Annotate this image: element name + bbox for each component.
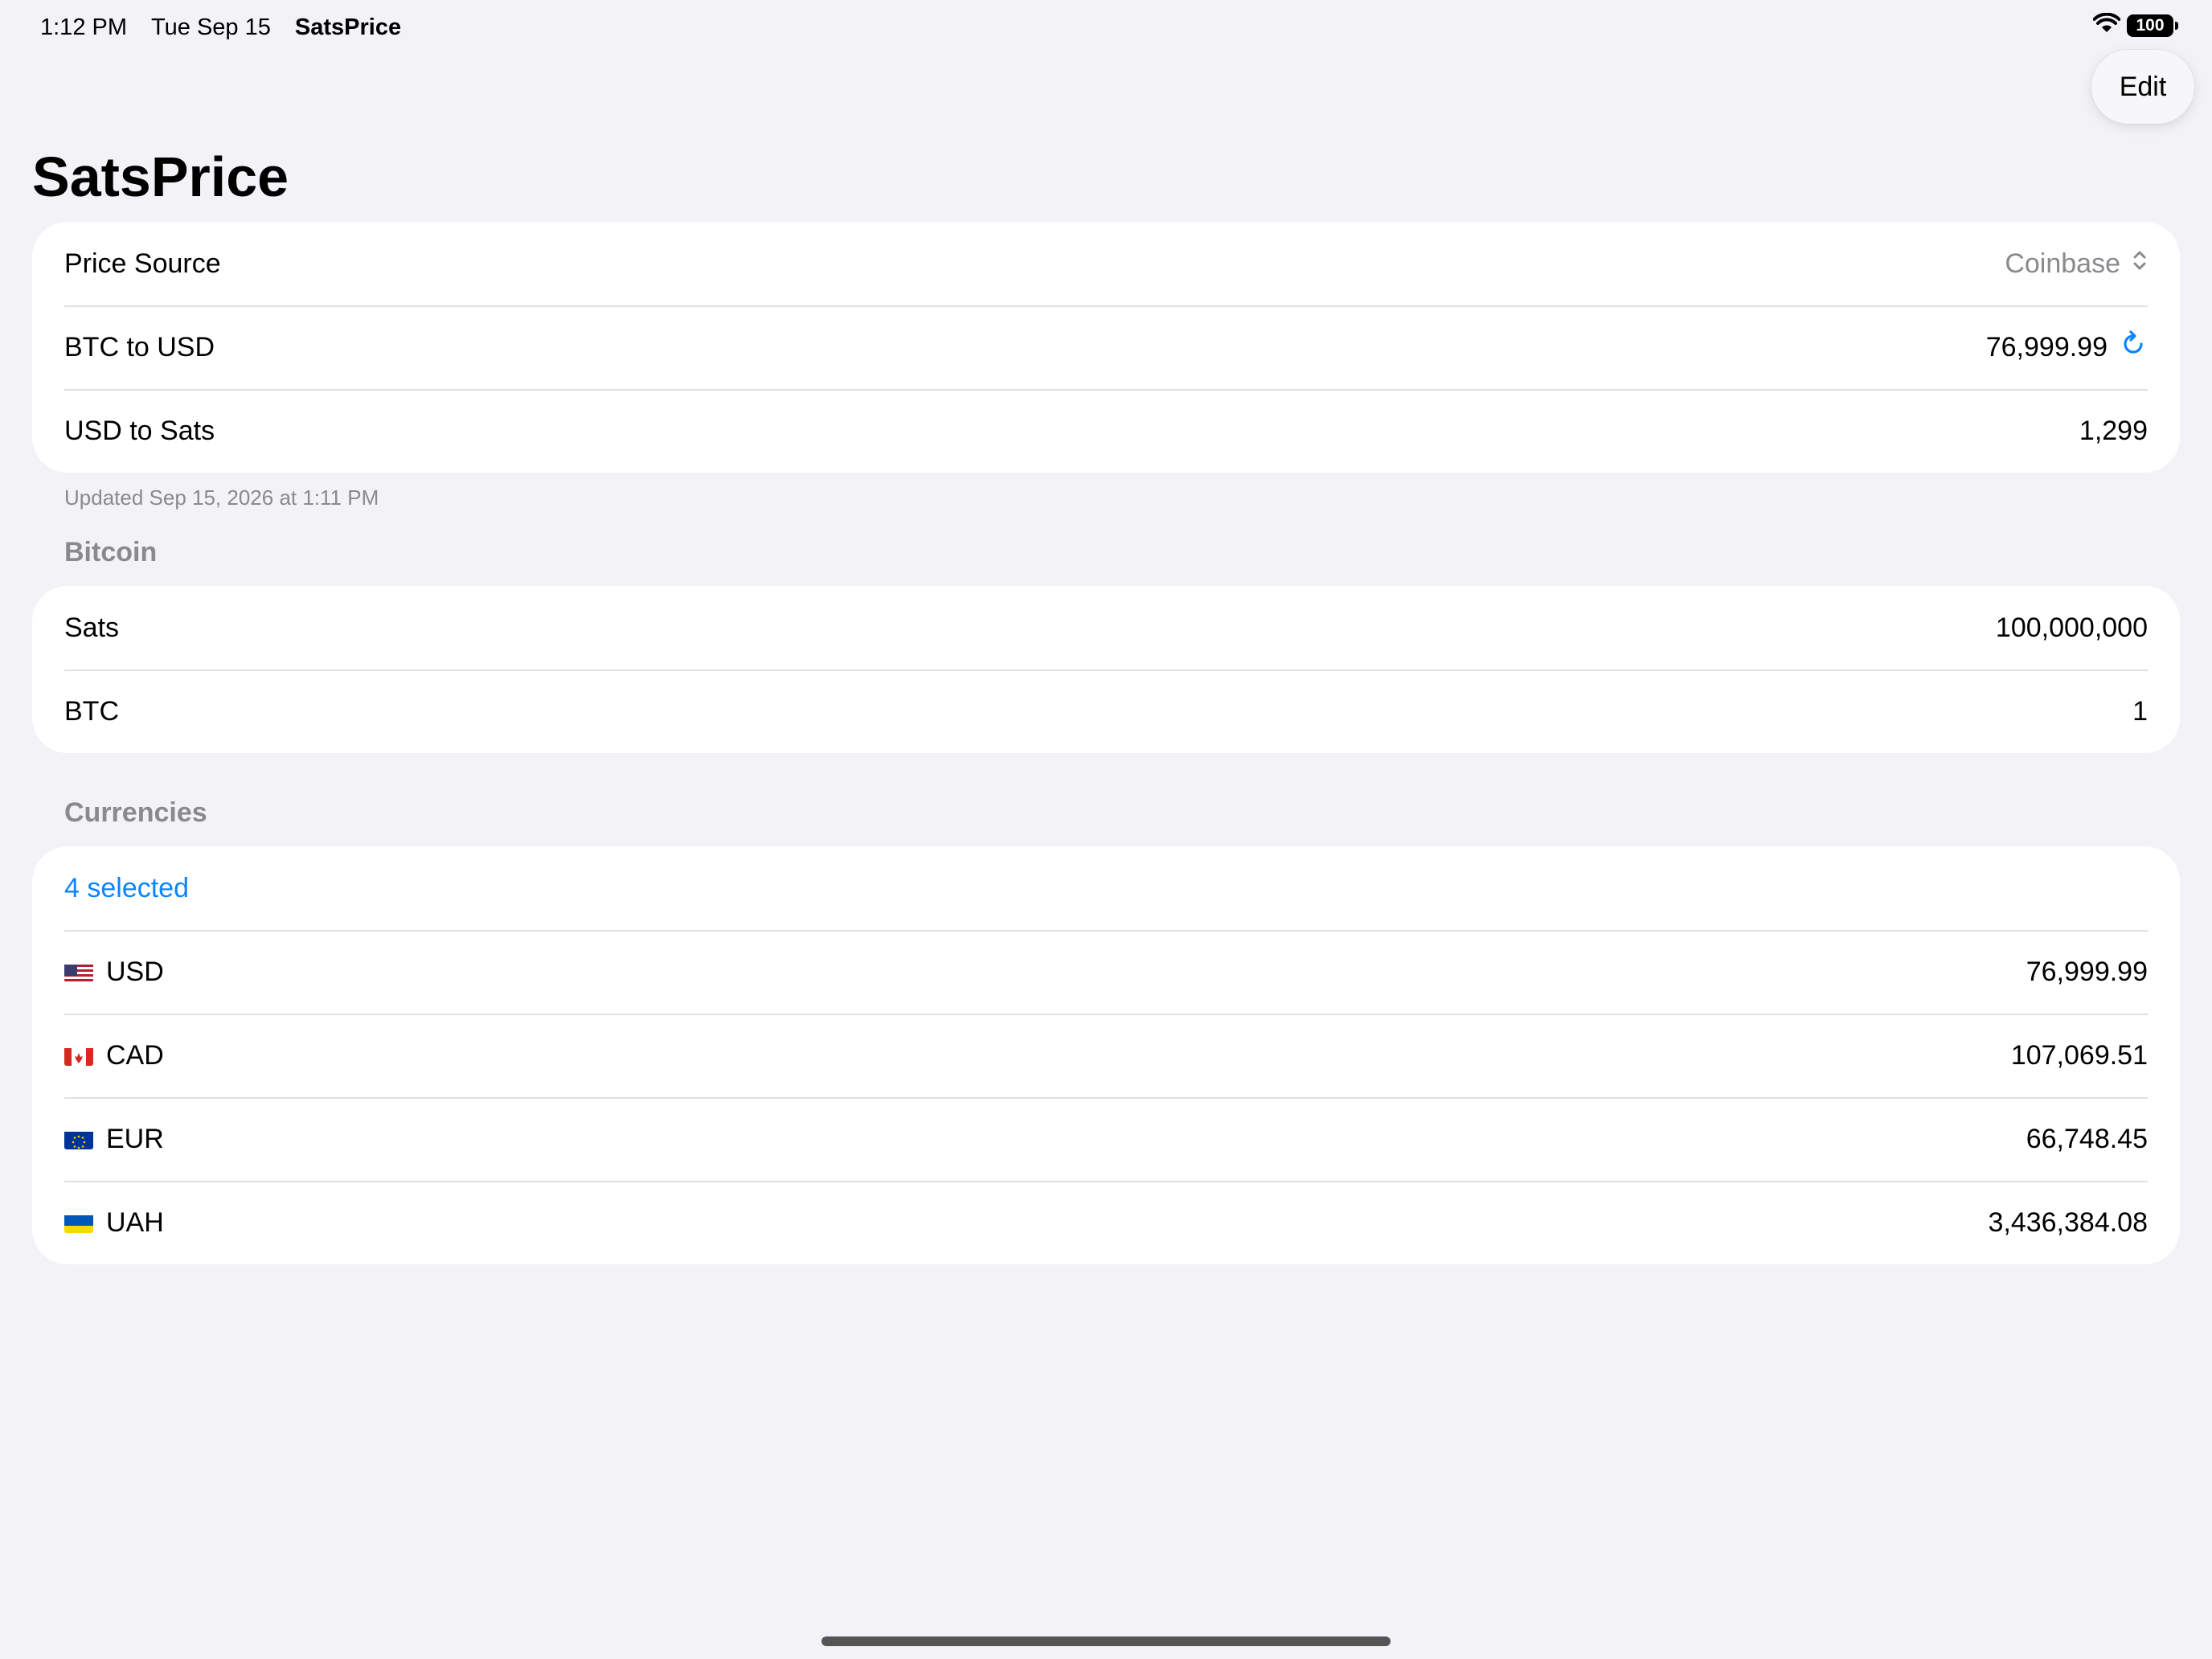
- refresh-icon[interactable]: [2119, 330, 2148, 366]
- usd-sats-value: 1,299: [2079, 415, 2148, 446]
- currency-value[interactable]: 107,069.51: [2011, 1040, 2148, 1071]
- edit-button[interactable]: Edit: [2091, 50, 2194, 124]
- home-indicator[interactable]: [821, 1636, 1391, 1646]
- currencies-selected-row[interactable]: 4 selected: [32, 846, 2180, 930]
- price-source-row[interactable]: Price Source Coinbase: [32, 222, 2180, 305]
- btc-usd-value: 76,999.99: [1985, 331, 2108, 363]
- currencies-selected-link[interactable]: 4 selected: [64, 873, 189, 904]
- sats-label: Sats: [64, 612, 120, 643]
- currencies-section-header: Currencies: [64, 797, 207, 828]
- ca-flag-icon: [64, 1045, 93, 1066]
- currencies-group: 4 selected USD 76,999.99 CAD 107,069.51 …: [32, 846, 2180, 1264]
- price-source-picker[interactable]: Coinbase: [2005, 248, 2148, 280]
- sats-value[interactable]: 100,000,000: [1996, 612, 2148, 644]
- price-source-label: Price Source: [64, 248, 221, 279]
- btc-row[interactable]: BTC 1: [32, 670, 2180, 753]
- usd-sats-row: USD to Sats 1,299: [32, 389, 2180, 473]
- battery-icon: 100: [2127, 14, 2178, 37]
- status-date: Tue Sep 15: [151, 14, 271, 40]
- usd-sats-label: USD to Sats: [64, 415, 215, 446]
- us-flag-icon: [64, 961, 93, 982]
- currency-row-uah[interactable]: UAH 3,436,384.08: [32, 1181, 2180, 1264]
- currency-value[interactable]: 3,436,384.08: [1988, 1207, 2148, 1239]
- currency-value[interactable]: 76,999.99: [2026, 956, 2148, 988]
- btc-value[interactable]: 1: [2132, 696, 2148, 727]
- bitcoin-section-header: Bitcoin: [64, 537, 158, 567]
- eu-flag-icon: [64, 1129, 93, 1149]
- status-indicators: 100: [2092, 12, 2178, 38]
- status-app-name: SatsPrice: [294, 14, 402, 40]
- currency-value[interactable]: 66,748.45: [2026, 1124, 2148, 1155]
- page-title: SatsPrice: [32, 145, 289, 208]
- status-bar: 1:12 PM Tue Sep 15 SatsPrice: [40, 11, 425, 43]
- sats-row[interactable]: Sats 100,000,000: [32, 586, 2180, 670]
- wifi-icon: [2092, 12, 2121, 38]
- currency-code: UAH: [106, 1206, 164, 1238]
- bitcoin-group: Sats 100,000,000 BTC 1: [32, 586, 2180, 753]
- status-time: 1:12 PM: [40, 14, 127, 40]
- updated-note: Updated Sep 15, 2026 at 1:11 PM: [64, 485, 379, 510]
- btc-usd-label: BTC to USD: [64, 331, 215, 363]
- btc-label: BTC: [64, 695, 119, 727]
- price-source-value: Coinbase: [2005, 248, 2120, 279]
- currency-code: CAD: [106, 1039, 164, 1071]
- chevron-up-down-icon: [2132, 248, 2148, 280]
- currency-code: USD: [106, 956, 164, 987]
- price-group: Price Source Coinbase BTC to USD 76,999.…: [32, 222, 2180, 473]
- currency-row-usd[interactable]: USD 76,999.99: [32, 930, 2180, 1014]
- btc-usd-row: BTC to USD 76,999.99: [32, 305, 2180, 389]
- app-screen: 1:12 PM Tue Sep 15 SatsPrice 100 Edit Sa…: [0, 0, 2212, 1659]
- currency-row-cad[interactable]: CAD 107,069.51: [32, 1014, 2180, 1097]
- ua-flag-icon: [64, 1212, 93, 1233]
- currency-row-eur[interactable]: EUR 66,748.45: [32, 1097, 2180, 1181]
- battery-level: 100: [2136, 15, 2165, 35]
- currency-code: EUR: [106, 1123, 164, 1154]
